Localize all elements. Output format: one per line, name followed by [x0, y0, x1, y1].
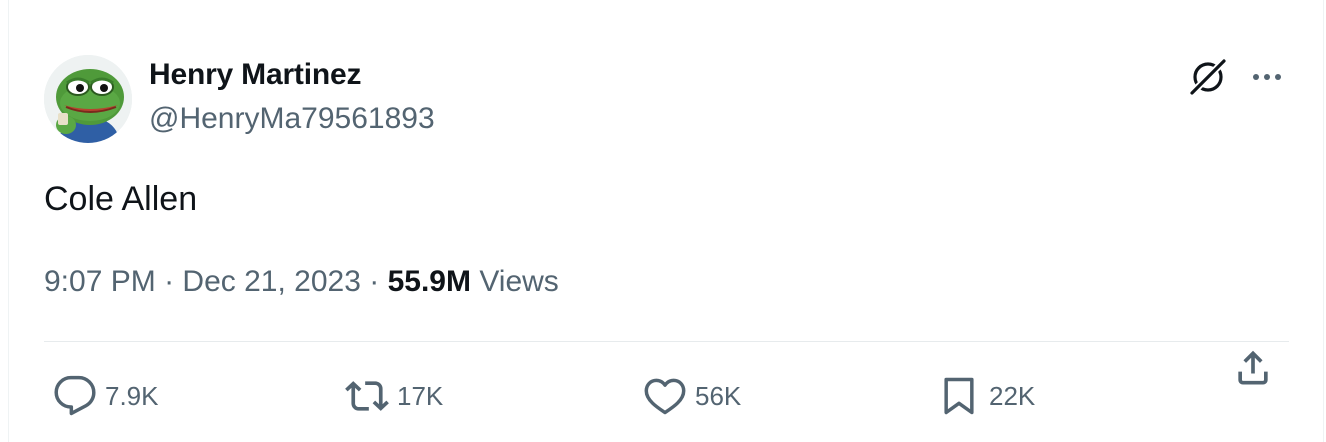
grok-icon[interactable] [1187, 56, 1229, 98]
bookmark-icon [944, 377, 974, 415]
user-handle[interactable]: @HenryMa79561893 [149, 102, 435, 136]
more-icon[interactable] [1247, 62, 1287, 92]
meta-separator: · [369, 265, 380, 298]
like-icon [644, 378, 686, 415]
divider [44, 341, 1289, 342]
bookmark-button[interactable]: 22K [937, 372, 1035, 420]
tweet-date[interactable]: Dec 21, 2023 [182, 265, 360, 298]
reply-count: 7.9K [105, 380, 159, 411]
share-icon [1238, 350, 1268, 385]
views-count: 55.9M [387, 265, 471, 298]
like-count: 56K [695, 380, 742, 411]
repost-count: 17K [397, 380, 444, 411]
tweet-text: Cole Allen [44, 180, 198, 218]
share-button[interactable] [1231, 346, 1275, 390]
like-button[interactable]: 56K [643, 372, 741, 420]
views-label: Views [479, 265, 559, 298]
tweet-meta: 9:07 PM · Dec 21, 2023 · 55.9M Views [44, 265, 559, 299]
tweet-time[interactable]: 9:07 PM [44, 265, 156, 298]
repost-icon [345, 381, 389, 411]
display-name[interactable]: Henry Martinez [149, 58, 361, 92]
meta-separator: · [164, 265, 175, 298]
avatar[interactable] [44, 55, 132, 143]
reply-icon [54, 375, 96, 416]
repost-button[interactable]: 17K [345, 372, 443, 420]
bookmark-count: 22K [989, 380, 1036, 411]
frog-avatar-icon [44, 55, 132, 143]
reply-button[interactable]: 7.9K [53, 372, 159, 420]
tweet-card: Henry Martinez @HenryMa79561893 Cole All… [8, 0, 1324, 442]
